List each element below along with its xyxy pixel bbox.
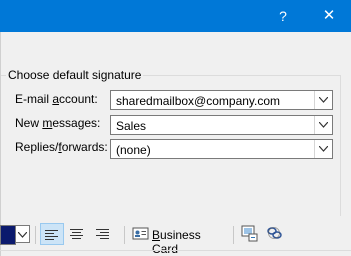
replies-forwards-value: (none) [116,143,151,157]
business-card-label: Business Card [152,228,201,256]
align-left-button[interactable] [40,223,64,245]
toolbar-separator [124,226,125,244]
toolbar-separator [35,226,36,244]
align-right-button[interactable] [92,223,116,245]
replies-forwards-label: Replies/forwards: [15,140,108,154]
email-account-dropdown-button[interactable] [314,91,332,109]
chevron-down-icon [319,122,328,128]
chevron-down-icon [319,146,328,152]
align-left-icon [45,230,58,240]
chevron-down-icon [319,97,328,103]
close-button[interactable]: ✕ [314,0,344,32]
chevron-down-icon [18,232,27,238]
new-messages-dropdown-button[interactable] [314,116,332,134]
help-button[interactable]: ? [268,0,298,32]
replies-forwards-select[interactable]: (none) [110,139,333,159]
font-color-swatch[interactable] [0,225,16,245]
align-center-button[interactable] [66,223,90,245]
font-color-dropdown-button[interactable] [15,225,30,243]
business-card-button[interactable]: Business Card [130,223,230,256]
new-messages-select[interactable]: Sales [110,115,333,135]
insert-hyperlink-button[interactable] [264,223,288,245]
business-card-icon [132,227,149,240]
default-signature-group-title: Choose default signature [6,68,144,82]
align-right-icon [96,229,109,239]
align-center-icon [70,229,83,239]
insert-picture-icon [241,225,258,242]
email-account-label: E-mail account: [15,92,98,106]
editor-top-border [0,250,351,251]
new-messages-label: New messages: [15,116,101,130]
insert-picture-button[interactable] [238,223,262,245]
toolbar-separator [233,226,234,244]
email-account-value: sharedmailbox@company.com [116,94,281,108]
hyperlink-icon [267,227,282,239]
signature-format-toolbar: Business Card [0,222,351,256]
replies-forwards-dropdown-button[interactable] [314,140,332,158]
email-account-select[interactable]: sharedmailbox@company.com [110,90,333,110]
title-bar: ? ✕ [0,0,351,32]
new-messages-value: Sales [116,119,147,133]
